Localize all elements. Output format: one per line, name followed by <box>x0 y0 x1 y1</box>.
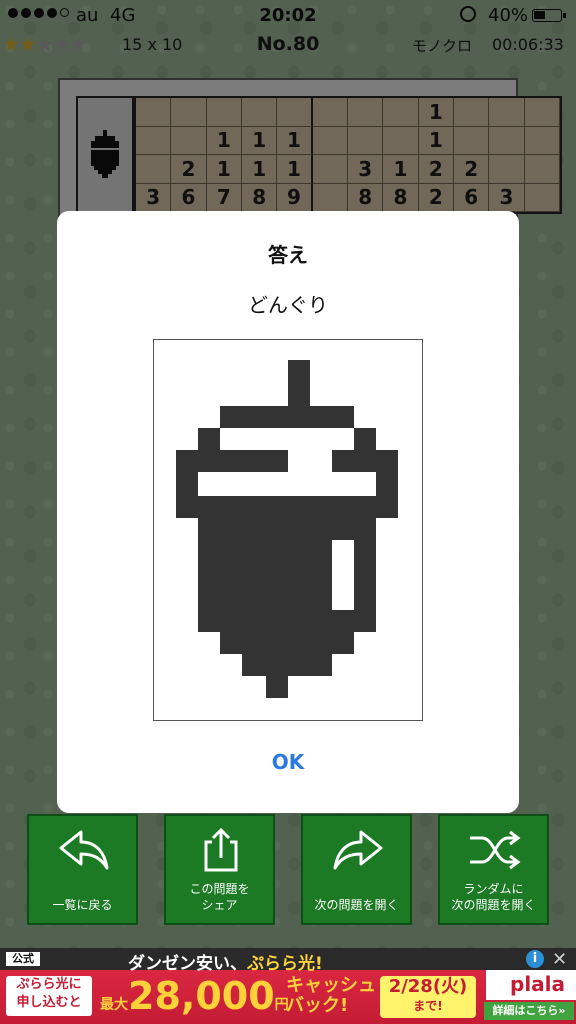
ad-cashback: キャッシュ バック! <box>286 975 376 1016</box>
ad-deadline: 2/28(火) まで! <box>380 976 476 1018</box>
share-puzzle-button[interactable]: この問題を シェア <box>164 814 275 925</box>
button-label: 次の問題を開く <box>314 898 399 912</box>
next-puzzle-button[interactable]: 次の問題を開く <box>301 814 412 925</box>
share-icon <box>204 828 238 872</box>
ad-tagline: ダンゼン安い、ぷらら光! <box>128 949 323 974</box>
ad-signup-text: ぷらら光に 申し込むと <box>6 976 92 1016</box>
back-arrow-icon <box>59 830 109 870</box>
ad-tagline-yellow: ぷらら光! <box>247 954 323 974</box>
ad-brand: plala <box>510 972 566 996</box>
ad-max: 最大 <box>100 997 128 1013</box>
ok-button[interactable]: OK <box>247 747 329 777</box>
back-to-list-button[interactable]: 一覧に戻る <box>27 814 138 925</box>
close-icon[interactable]: ✕ <box>552 949 567 970</box>
ad-official-badge: 公式 <box>6 952 40 966</box>
dialog-title: 答え <box>268 243 308 267</box>
ad-banner[interactable]: 公式 ダンゼン安い、ぷらら光! i ✕ ぷらら光に 申し込むと 最大28,000… <box>0 948 576 1024</box>
button-label: ランダムに 次の問題を開く <box>451 882 536 912</box>
action-button-row: 一覧に戻る この問題を シェア 次の問題を開く ランダムに 次の問題を開く <box>0 814 576 926</box>
random-puzzle-button[interactable]: ランダムに 次の問題を開く <box>438 814 549 925</box>
answer-name: どんぐり <box>248 293 328 317</box>
answer-dialog: 答え どんぐり OK <box>57 211 519 813</box>
answer-picture <box>153 339 423 721</box>
plala-logo: plala <box>486 970 576 1000</box>
ad-tagline-white: ダンゼン安い、 <box>128 954 247 974</box>
shuffle-icon <box>470 830 521 870</box>
info-icon[interactable]: i <box>526 950 544 968</box>
ad-amount-value: 28,000 <box>128 974 275 1018</box>
forward-arrow-icon <box>333 830 383 870</box>
button-label: この問題を シェア <box>189 882 250 912</box>
acorn-pixel-art <box>176 360 398 698</box>
ad-detail-button[interactable]: 詳細はこちら» <box>484 1002 574 1020</box>
ad-amount: 最大28,000円 <box>100 974 289 1018</box>
ad-date: 2/28(火) <box>388 976 468 997</box>
ad-date-suffix: まで! <box>413 999 443 1013</box>
button-label: 一覧に戻る <box>52 898 113 912</box>
